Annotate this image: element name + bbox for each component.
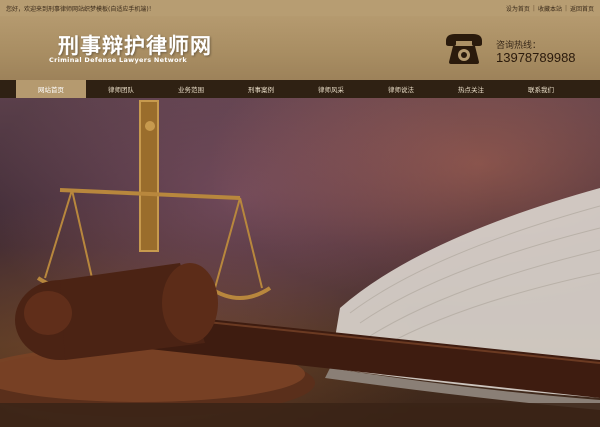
nav-item-home[interactable]: 网站首页 <box>16 80 86 98</box>
gavel-scales-illustration <box>0 100 600 427</box>
nav-item-law-talk[interactable]: 律师说法 <box>366 80 436 98</box>
hero-banner[interactable] <box>0 98 600 427</box>
back-home-link[interactable]: 返回首页 <box>570 4 594 13</box>
wooden-table <box>0 403 600 427</box>
utility-links: 设为首页 | 收藏本站 | 返回首页 <box>506 4 594 13</box>
nav-item-contact[interactable]: 联系我们 <box>506 80 576 98</box>
nav-item-services[interactable]: 业务范围 <box>156 80 226 98</box>
divider: | <box>564 4 567 12</box>
nav-item-hot-topics[interactable]: 热点关注 <box>436 80 506 98</box>
bookmark-link[interactable]: 收藏本站 <box>538 4 562 13</box>
main-navigation: 网站首页 律师团队 业务范围 刑事案例 律师风采 律师说法 热点关注 联系我们 <box>0 80 600 98</box>
site-header: 刑事辩护律师网 Criminal Defense Lawyers Network… <box>0 16 600 80</box>
hotline-number[interactable]: 13978789988 <box>496 50 576 65</box>
nav-item-profile[interactable]: 律师风采 <box>296 80 366 98</box>
telephone-icon <box>446 34 482 64</box>
nav-item-team[interactable]: 律师团队 <box>86 80 156 98</box>
divider: | <box>532 4 535 12</box>
site-logo-subtitle: Criminal Defense Lawyers Network <box>49 56 187 64</box>
top-utility-bar: 您好，欢迎来到刑事律师网站织梦模板(自适应手机端)！ 设为首页 | 收藏本站 |… <box>0 0 600 16</box>
nav-item-cases[interactable]: 刑事案例 <box>226 80 296 98</box>
set-homepage-link[interactable]: 设为首页 <box>506 4 530 13</box>
welcome-text: 您好，欢迎来到刑事律师网站织梦模板(自适应手机端)！ <box>6 5 155 13</box>
